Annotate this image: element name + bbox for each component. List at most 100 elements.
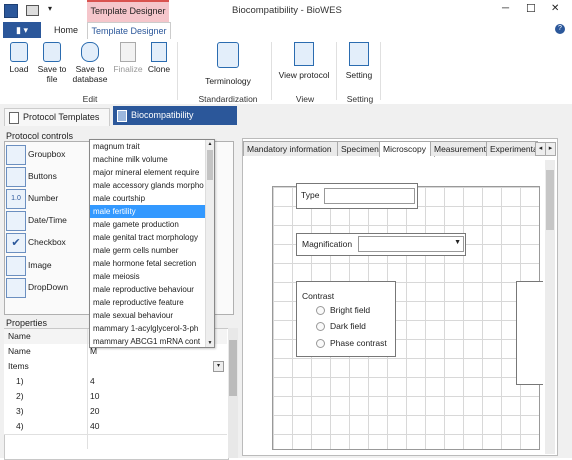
finalize-label: Finalize [113,64,143,74]
group-separator [336,42,337,100]
save-to-file-button[interactable]: Save to file [36,42,68,84]
tab-template-designer[interactable]: Template Designer [87,22,171,39]
tab-experimental[interactable]: Experimenta [486,141,538,156]
property-row-item[interactable]: 4) 40 [4,419,227,435]
control-number[interactable]: 1.0 Number [6,189,86,210]
property-name: Name [8,346,31,356]
scroll-down-arrow-icon[interactable]: ▼ [206,339,214,347]
doc-tab-protocol-templates[interactable]: Protocol Templates [4,108,110,126]
clone-button[interactable]: Clone [146,42,172,74]
dropdown-item[interactable]: male courtship [90,192,206,205]
finalize-icon [120,42,136,62]
dropdown-item[interactable]: male genital tract morphology [90,231,206,244]
control-datetime[interactable]: Date/Time [6,211,86,232]
control-groupbox[interactable]: Groupbox [6,145,86,166]
scrollbar-thumb[interactable] [207,150,213,180]
property-value: 4 [90,376,95,386]
phase-contrast-radio[interactable] [316,339,325,348]
file-menu-button[interactable]: ▮ ▾ [3,22,41,38]
setting-icon [349,42,369,66]
property-row-item[interactable]: 2) 10 [4,389,227,405]
dropdown-item[interactable]: male sexual behaviour [90,309,206,322]
dropdown-item[interactable]: mammary 1-acylglycerol-3-ph [90,322,206,335]
minimize-button[interactable]: ─ [502,3,509,14]
dropdown-scrollbar[interactable]: ▲ ▼ [205,140,214,347]
dropdown-item[interactable]: male gamete production [90,218,206,231]
group-separator [177,42,178,100]
bright-field-label: Bright field [330,305,371,315]
doc-tab-label: Protocol Templates [23,112,100,122]
control-buttons[interactable]: Buttons [6,167,86,188]
ribbon-tabs: ▮ ▾ Home Template Designer ? [0,22,572,39]
property-value: 10 [90,391,100,401]
dropdown-item[interactable]: male reproductive behaviour [90,283,206,296]
dropdown-item[interactable]: mammary ABCG1 mRNA cont [90,335,206,347]
scrollbar-thumb[interactable] [546,170,554,230]
setting-button[interactable]: Setting [342,42,376,80]
dropdown-item[interactable]: major mineral element require [90,166,206,179]
number-icon: 1.0 [6,189,26,209]
chevron-down-icon: ▼ [454,239,461,246]
properties-scrollbar[interactable] [228,328,238,458]
save-to-database-button[interactable]: Save to database [72,42,108,84]
bright-field-radio[interactable] [316,306,325,315]
canvas-vertical-scrollbar[interactable] [545,160,555,454]
dropdown-list-icon [6,278,26,298]
property-row-item[interactable]: 1) 4 [4,374,227,390]
property-name: 3) [16,406,24,416]
magnification-label: Magnification [302,239,353,249]
document-tabs: Protocol Templates Biocompatibility [0,104,572,127]
ribbon: Load Save to file Save to database Final… [0,38,572,105]
dropdown-item[interactable]: male meiosis [90,270,206,283]
terminology-button[interactable]: Terminology [200,42,256,86]
control-dropdown[interactable]: DropDown [6,278,86,299]
view-protocol-button[interactable]: View protocol [277,42,331,80]
finalize-button: Finalize [112,42,144,74]
app-menu-icon[interactable] [4,4,18,18]
property-row-items[interactable]: Items ▾ [4,359,227,375]
tab-home[interactable]: Home [48,22,84,38]
tab-mandatory-information[interactable]: Mandatory information [243,141,339,156]
dropdown-item-selected[interactable]: male fertility [90,205,206,218]
tab-measurement[interactable]: Measurement [430,141,488,156]
document-icon [117,110,127,122]
type-groupbox[interactable]: Type [296,183,418,209]
magnification-groupbox[interactable]: Magnification ▼ [296,233,466,256]
contrast-groupbox[interactable]: Contrast Bright field Dark field Phase c… [296,281,396,357]
property-row-item[interactable]: 3) 20 [4,404,227,420]
scroll-up-arrow-icon[interactable]: ▲ [206,140,214,148]
dropdown-item[interactable]: magnum trait [90,140,206,153]
tab-microscopy[interactable]: Microscopy [379,141,435,157]
print-icon[interactable] [26,5,39,16]
document-icon [9,112,19,124]
image-icon [6,256,26,276]
type-input[interactable] [324,188,415,204]
dropdown-item[interactable]: male reproductive feature [90,296,206,309]
control-label: Buttons [28,171,57,181]
doc-tab-biocompatibility[interactable]: Biocompatibility [113,106,237,125]
items-dropdown-button[interactable]: ▾ [213,361,224,372]
help-icon[interactable]: ? [555,24,565,34]
setting-label: Setting [345,70,373,80]
properties-column-divider [87,329,88,449]
control-image[interactable]: Image [6,256,86,277]
control-checkbox[interactable]: ✔ Checkbox [6,233,86,254]
maximize-button[interactable]: ☐ [526,2,536,15]
dark-field-radio[interactable] [316,322,325,331]
load-button[interactable]: Load [6,42,32,74]
partial-groupbox[interactable] [516,281,543,385]
tab-specimen[interactable]: Specimen [337,141,381,156]
dropdown-item[interactable]: machine milk volume [90,153,206,166]
menu-icon: ▮ ▾ [16,25,28,35]
dropdown-item[interactable]: male germ cells number [90,244,206,257]
scrollbar-thumb[interactable] [229,340,237,396]
close-button[interactable]: ✕ [551,3,559,14]
dropdown-item[interactable]: male hormone fetal secretion [90,257,206,270]
magnification-dropdown[interactable]: ▼ [358,236,464,252]
tab-scroll-right-button[interactable]: ▸ [545,142,556,156]
quick-access-dropdown-icon[interactable]: ▾ [48,4,52,13]
database-icon [81,42,99,62]
dropdown-item[interactable]: male accessory glands morpho [90,179,206,192]
dropdown-list[interactable]: magnum trait machine milk volume major m… [89,139,215,348]
save-to-database-label: Save to database [72,64,108,84]
